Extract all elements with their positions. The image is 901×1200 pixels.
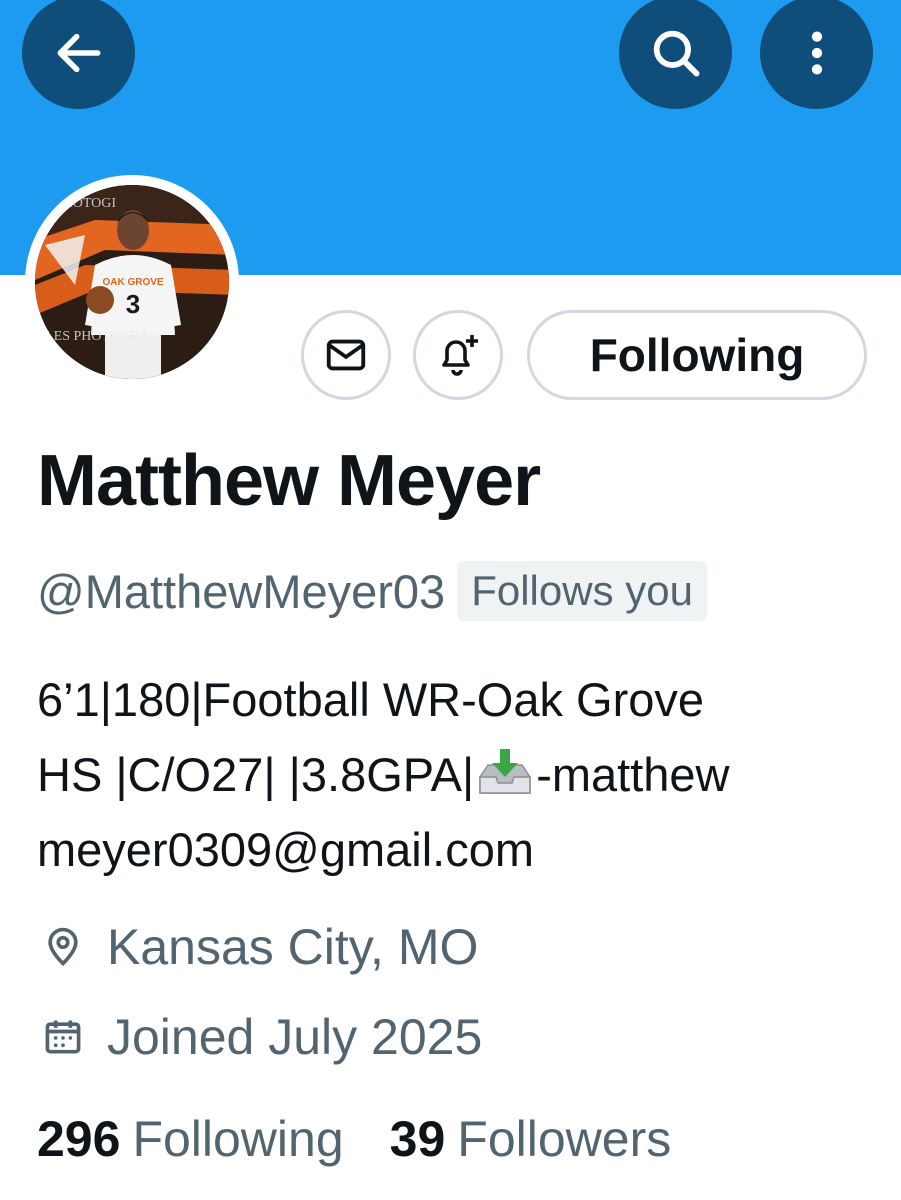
follow-stats: 296 Following 39 Followers: [37, 1110, 671, 1168]
location-row: Kansas City, MO: [37, 918, 478, 976]
avatar[interactable]: OAK GROVE 3 ES PHOTOGI ALES PHOTOGRA: [25, 175, 239, 389]
location-text: Kansas City, MO: [107, 919, 479, 975]
joined-row: Joined July 2025: [37, 1008, 482, 1066]
back-button[interactable]: [22, 0, 135, 109]
follows-you-badge: Follows you: [457, 561, 707, 621]
avatar-photo: OAK GROVE 3 ES PHOTOGI ALES PHOTOGRA: [35, 185, 229, 379]
handle-row: @MatthewMeyer03 Follows you: [37, 560, 707, 622]
profile-name: Matthew Meyer: [37, 441, 541, 521]
bell-plus-icon: [442, 335, 478, 376]
jersey-text: OAK GROVE: [102, 277, 163, 288]
followers-count: 39: [389, 1111, 446, 1167]
more-options-button[interactable]: [760, 0, 873, 109]
followers-stat[interactable]: 39 Followers: [390, 1110, 672, 1168]
bio-email-link[interactable]: meyer0309@gmail.com: [37, 812, 887, 887]
location-pin-icon: [37, 921, 89, 973]
profile-bio: 6’1|180|Football WR-Oak Grove HS |C/O27|…: [37, 662, 887, 887]
joined-text: Joined July 2025: [107, 1009, 483, 1065]
watermark-bottom: ALES PHOTOGRA: [35, 329, 150, 344]
search-icon: [653, 30, 699, 76]
following-button[interactable]: Following: [527, 310, 867, 400]
envelope-icon: [326, 339, 366, 371]
search-button[interactable]: [619, 0, 732, 109]
following-stat[interactable]: 296 Following: [37, 1110, 344, 1168]
notifications-button[interactable]: [413, 310, 503, 400]
inbox-tray-icon: [479, 749, 531, 794]
more-vertical-icon: [811, 31, 822, 74]
avatar-image: OAK GROVE 3 ES PHOTOGI ALES PHOTOGRA: [35, 185, 229, 379]
bio-line-2-start: HS |C/O27| |3.8GPA|: [37, 748, 475, 801]
following-count: 296: [37, 1111, 121, 1167]
followers-label: Followers: [457, 1111, 672, 1167]
profile-handle: @MatthewMeyer03: [37, 564, 446, 618]
bio-line-1: 6’1|180|Football WR-Oak Grove: [37, 673, 705, 726]
jersey-number: 3: [126, 289, 140, 319]
bio-line-2: HS |C/O27| |3.8GPA| -matthew: [37, 737, 887, 812]
arrow-left-icon: [57, 33, 100, 72]
message-button[interactable]: [301, 310, 391, 400]
following-label: Following: [132, 1111, 344, 1167]
bio-line-2-end: -matthew: [536, 748, 730, 801]
calendar-icon: [37, 1011, 89, 1063]
